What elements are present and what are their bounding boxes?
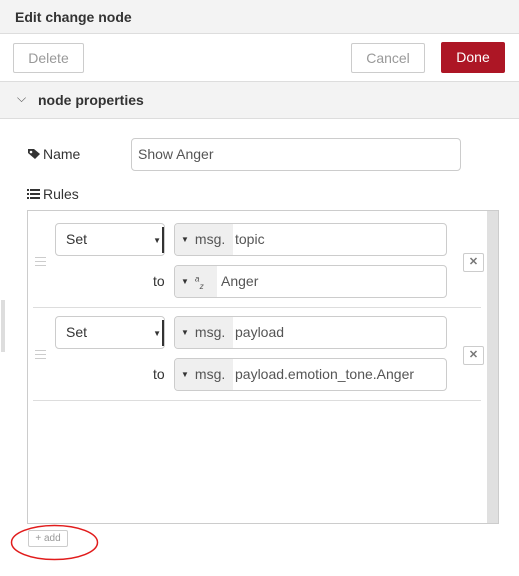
annotation-ellipse [10,524,99,561]
cancel-button[interactable]: Cancel [351,43,425,73]
drag-handle-icon[interactable] [35,350,46,359]
rule-action-select[interactable]: Set ▼ [55,316,165,349]
rule-action-value: Set [66,324,88,340]
to-label: to [153,366,165,382]
caret-down-icon: ▼ [181,277,189,286]
select-edge [162,320,164,346]
delete-button[interactable]: Delete [13,43,84,73]
rule-separator [33,400,481,401]
remove-rule-button[interactable]: ✕ [463,253,484,272]
target-type-label: msg. [194,231,226,247]
chevron-down-icon: ⌵ [17,91,27,105]
resize-handle[interactable] [1,300,5,352]
caret-down-icon: ▼ [153,236,161,245]
caret-down-icon: ▼ [181,328,189,337]
a-z-string-icon: az [194,273,204,291]
rules-label: Rules [43,186,79,202]
target-type-button[interactable]: ▼ msg. [175,224,233,255]
source-type-label: msg. [194,366,226,382]
caret-down-icon: ▼ [181,370,189,379]
caret-down-icon: ▼ [153,329,161,338]
to-label: to [153,273,165,289]
source-value: Anger [221,273,259,289]
tray-toolbar: Delete Cancel Done [0,34,519,82]
tray-title: Edit change node [15,9,132,25]
list-icon [27,189,40,199]
rule-target-input[interactable]: ▼ msg. payload [174,316,447,349]
target-value: payload [235,324,285,340]
source-type-button[interactable]: ▼ msg. [175,359,233,390]
node-properties-section-header[interactable]: ⌵ node properties [0,82,519,119]
tray-header: Edit change node [0,0,519,34]
caret-down-icon: ▼ [181,235,189,244]
target-value: topic [235,231,265,247]
rule-target-input[interactable]: ▼ msg. topic [174,223,447,256]
rules-scrollbar[interactable] [487,211,498,523]
name-input[interactable]: Show Anger [131,138,461,171]
done-button[interactable]: Done [441,42,505,73]
drag-handle-icon[interactable] [35,257,46,266]
tag-icon [28,149,40,159]
rule-action-select[interactable]: Set ▼ [55,223,165,256]
rule-source-input[interactable]: ▼ az Anger [174,265,447,298]
target-type-button[interactable]: ▼ msg. [175,317,233,348]
rule-separator [33,307,481,308]
target-type-label: msg. [194,324,226,340]
select-edge [162,227,164,253]
name-label: Name [43,146,81,162]
source-value: payload.emotion_tone.Anger [235,366,415,382]
rule-action-value: Set [66,231,88,247]
section-title: node properties [38,92,144,108]
remove-rule-button[interactable]: ✕ [463,346,484,365]
rule-source-input[interactable]: ▼ msg. payload.emotion_tone.Anger [174,358,447,391]
source-type-button[interactable]: ▼ az [175,266,217,297]
